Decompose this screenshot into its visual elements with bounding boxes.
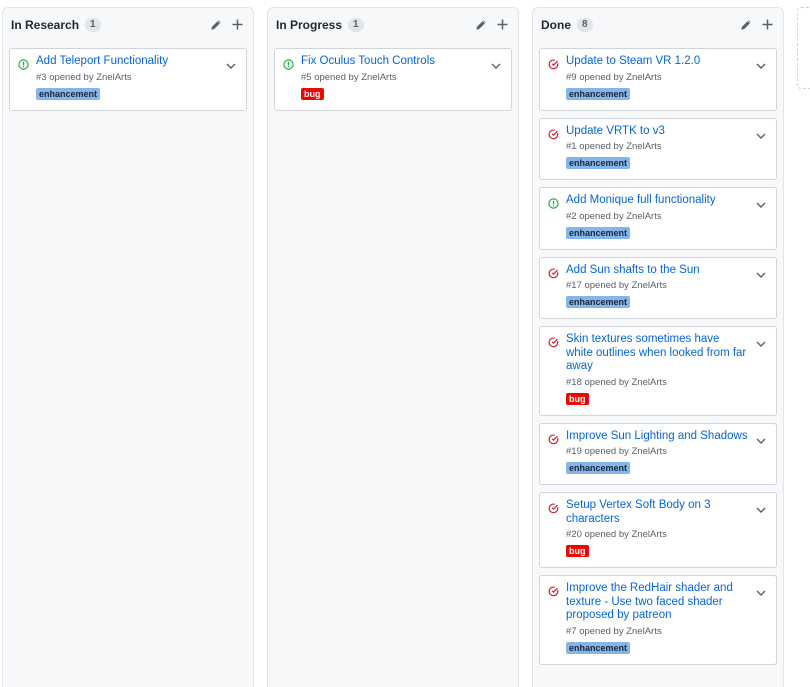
column-in-research: In Research 1 Add Teleport Functionality… xyxy=(2,7,254,687)
add-card-plus-icon[interactable] xyxy=(497,19,508,30)
chevron-down-icon[interactable] xyxy=(756,196,766,208)
open-issue-icon xyxy=(548,196,559,209)
issue-meta: #2 opened by ZnelArts xyxy=(566,210,662,222)
issue-card[interactable]: Fix Oculus Touch Controls #5 opened by Z… xyxy=(274,48,512,111)
issue-meta: #9 opened by ZnelArts xyxy=(566,71,662,83)
issue-title-link[interactable]: Update to Steam VR 1.2.0 xyxy=(566,55,748,69)
issue-card[interactable]: Add Sun shafts to the Sun #17 opened by … xyxy=(539,256,777,319)
closed-issue-icon xyxy=(548,584,559,597)
issue-title-link[interactable]: Improve Sun Lighting and Shadows xyxy=(566,430,748,444)
column-card-count: 1 xyxy=(85,17,101,32)
add-card-plus-icon[interactable] xyxy=(762,19,773,30)
issue-meta: #7 opened by ZnelArts xyxy=(566,625,662,637)
label-enhancement[interactable]: enhancement xyxy=(566,226,631,239)
column-title: In Research xyxy=(11,17,80,32)
column-title: In Progress xyxy=(276,17,343,32)
chevron-down-icon[interactable] xyxy=(756,57,766,69)
issue-meta: #1 opened by ZnelArts xyxy=(566,141,662,152)
label-enhancement[interactable]: enhancement xyxy=(566,462,631,474)
chevron-down-icon[interactable] xyxy=(756,584,766,596)
issue-meta: #18 opened by ZnelArts xyxy=(566,376,667,388)
label-bug[interactable]: bug xyxy=(301,87,324,100)
issue-title-link[interactable]: Add Sun shafts to the Sun xyxy=(566,264,748,278)
chevron-down-icon[interactable] xyxy=(756,501,766,513)
add-card-plus-icon[interactable] xyxy=(232,19,243,30)
open-issue-icon xyxy=(283,57,294,70)
open-issue-icon xyxy=(18,57,29,70)
issue-meta: #20 opened by ZnelArts xyxy=(566,529,667,540)
issue-card[interactable]: Setup Vertex Soft Body on 3 characters #… xyxy=(539,492,777,568)
edit-column-pencil-icon[interactable] xyxy=(740,19,752,31)
closed-issue-icon xyxy=(548,57,559,70)
closed-issue-icon xyxy=(548,501,559,514)
issue-card[interactable]: Improve Sun Lighting and Shadows #19 ope… xyxy=(539,422,777,485)
issue-card[interactable]: Improve the RedHair shader and texture -… xyxy=(539,575,777,665)
closed-issue-icon xyxy=(548,127,559,139)
edit-column-pencil-icon[interactable] xyxy=(475,19,487,31)
label-enhancement[interactable]: enhancement xyxy=(566,296,631,308)
edit-column-pencil-icon[interactable] xyxy=(210,19,222,31)
issue-meta: #19 opened by ZnelArts xyxy=(566,446,667,457)
closed-issue-icon xyxy=(548,266,559,278)
column-header: In Research 1 xyxy=(3,8,253,41)
chevron-down-icon[interactable] xyxy=(756,335,766,347)
column-in-progress: In Progress 1 Fix Oculus Touch Controls … xyxy=(267,7,519,687)
label-enhancement[interactable]: enhancement xyxy=(566,641,631,654)
chevron-down-icon[interactable] xyxy=(756,432,766,444)
column-header: Done 8 xyxy=(533,8,783,41)
chevron-down-icon[interactable] xyxy=(756,127,766,139)
issue-meta: #3 opened by ZnelArts xyxy=(36,71,132,83)
column-header: In Progress 1 xyxy=(268,8,518,41)
column-card-count: 1 xyxy=(348,17,364,32)
add-column-placeholder[interactable] xyxy=(797,7,810,89)
label-bug[interactable]: bug xyxy=(566,392,589,405)
issue-title-link[interactable]: Improve the RedHair shader and texture -… xyxy=(566,582,748,623)
issue-card[interactable]: Update to Steam VR 1.2.0 #9 opened by Zn… xyxy=(539,48,777,111)
issue-title-link[interactable]: Update VRTK to v3 xyxy=(566,125,748,139)
issue-card[interactable]: Update VRTK to v3 #1 opened by ZnelArts … xyxy=(539,117,777,180)
issue-title-link[interactable]: Add Monique full functionality xyxy=(566,194,748,208)
label-bug[interactable]: bug xyxy=(566,545,589,557)
issue-card[interactable]: Add Teleport Functionality #3 opened by … xyxy=(9,48,247,111)
column-card-count: 8 xyxy=(577,17,593,32)
label-enhancement[interactable]: enhancement xyxy=(566,87,631,100)
issue-title-link[interactable]: Add Teleport Functionality xyxy=(36,55,218,69)
closed-issue-icon xyxy=(548,335,559,348)
issue-meta: #17 opened by ZnelArts xyxy=(566,280,667,291)
column-done: Done 8 Update to Steam VR 1.2.0 #9 opene… xyxy=(532,7,784,687)
column-title: Done xyxy=(541,17,571,32)
chevron-down-icon[interactable] xyxy=(491,57,501,69)
issue-title-link[interactable]: Skin textures sometimes have white outli… xyxy=(566,333,748,374)
label-enhancement[interactable]: enhancement xyxy=(566,157,631,169)
issue-title-link[interactable]: Fix Oculus Touch Controls xyxy=(301,55,483,69)
issue-title-link[interactable]: Setup Vertex Soft Body on 3 characters xyxy=(566,499,748,526)
issue-card[interactable]: Skin textures sometimes have white outli… xyxy=(539,326,777,416)
chevron-down-icon[interactable] xyxy=(226,57,236,69)
closed-issue-icon xyxy=(548,432,559,444)
label-enhancement[interactable]: enhancement xyxy=(36,87,101,100)
chevron-down-icon[interactable] xyxy=(756,266,766,278)
issue-meta: #5 opened by ZnelArts xyxy=(301,71,397,83)
issue-card[interactable]: Add Monique full functionality #2 opened… xyxy=(539,187,777,250)
